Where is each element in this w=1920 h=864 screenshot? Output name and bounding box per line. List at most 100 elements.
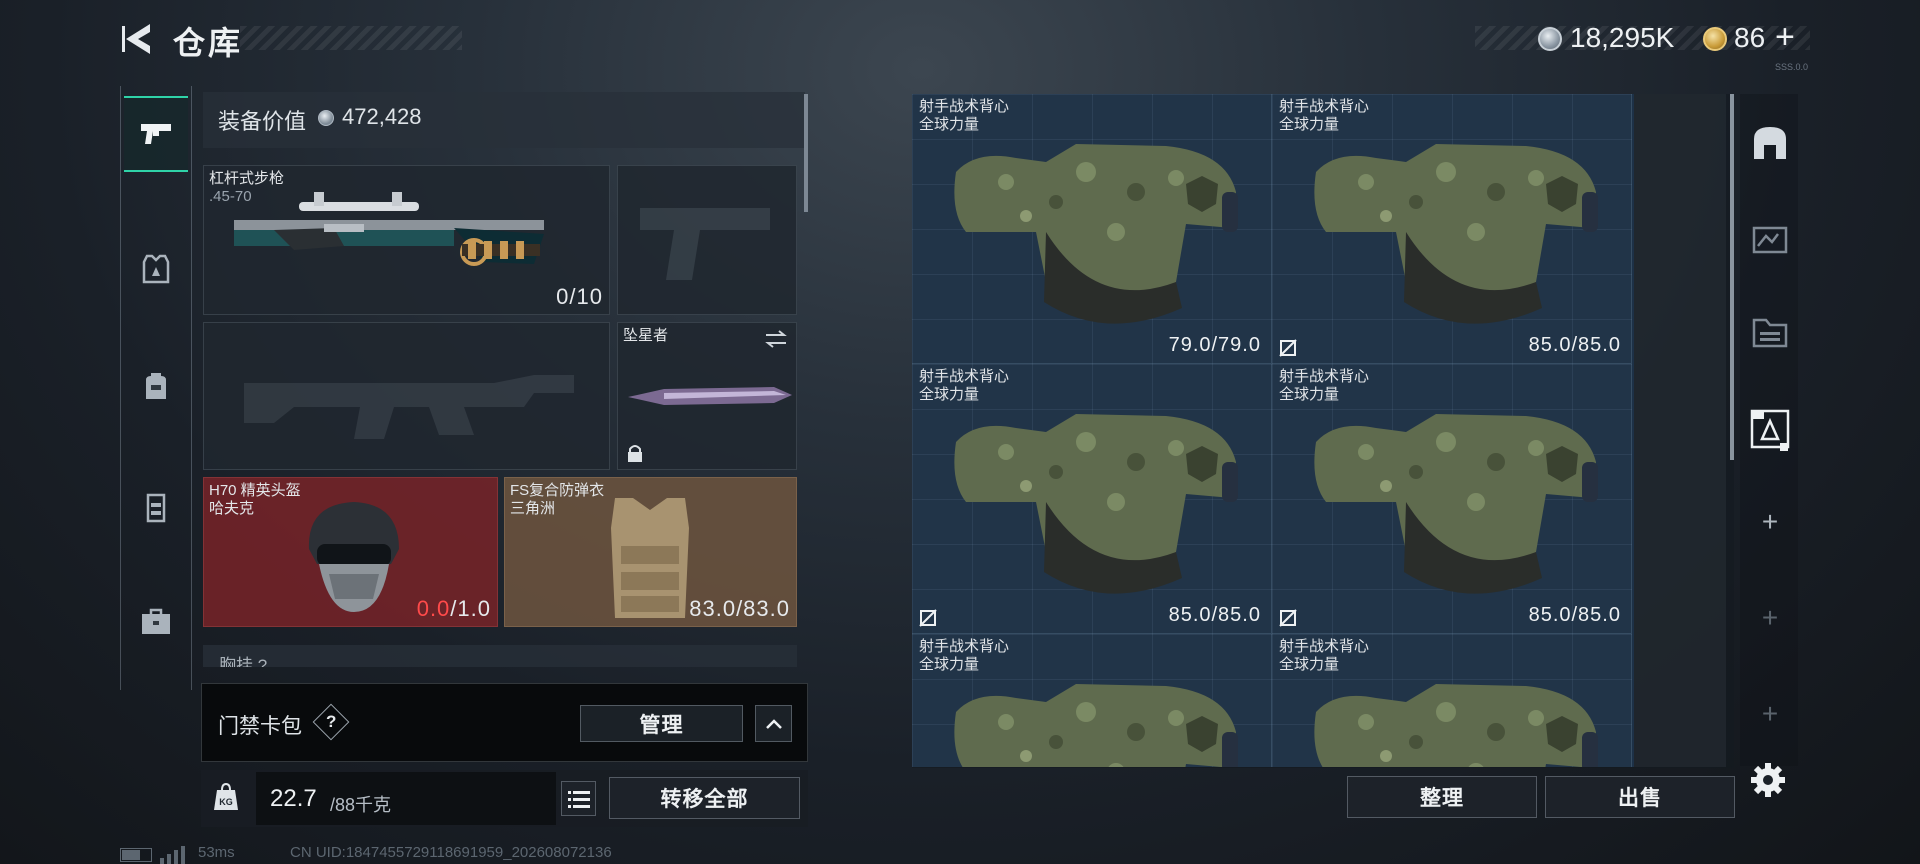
loadout-scrollbar[interactable] (804, 94, 808, 212)
tactical-vest-image (954, 684, 1238, 767)
add-tab-button-disabled[interactable]: + (1745, 602, 1795, 642)
melee-slot[interactable]: 坠星者 (617, 322, 797, 470)
stash-item-cell[interactable]: 射手战术背心 全球力量 79.0/79.0 (912, 94, 1272, 364)
tactical-vest-image (954, 144, 1238, 324)
stash-tab-all[interactable] (1745, 118, 1795, 168)
item-brand: 全球力量 (919, 116, 980, 133)
armor-durability: 83.0/83.0 (689, 596, 790, 621)
tab-armor[interactable] (124, 232, 188, 308)
add-tab-button-disabled[interactable]: + (1745, 698, 1795, 738)
no-insure-icon (1279, 339, 1297, 357)
manage-button[interactable]: 管理 (580, 705, 743, 742)
build-tag: SSS.0.0 (1775, 62, 1809, 72)
back-arrow-icon[interactable] (120, 20, 154, 58)
stash-item-cell[interactable]: 射手战术背心 全球力量 (1272, 634, 1632, 767)
tactical-vest-image (1314, 684, 1598, 767)
item-brand: 全球力量 (1279, 386, 1340, 403)
helmet-durability-max: /1.0 (450, 596, 491, 621)
current-weight: 22.7 (270, 785, 317, 812)
user-uid: CN UID:1847455729118691959_202608072136 (290, 844, 612, 861)
silver-currency-value: 18,295K (1570, 22, 1675, 53)
battery-icon (120, 848, 152, 862)
helmet-slot[interactable]: H70 精英头盔 哈夫克 0.0/1.0 (203, 477, 498, 627)
loadout-value-label: 装备价值 (218, 109, 307, 134)
stash-tab-2[interactable] (1745, 212, 1795, 262)
tab-chest-rig[interactable] (124, 470, 188, 546)
melee-name: 坠星者 (623, 327, 669, 344)
chest-rig-section-header: 胸挂 ? (203, 645, 797, 667)
rifle-ammo: 0/10 (556, 284, 603, 309)
warehouse-icon (1754, 127, 1786, 159)
signal-icon (160, 846, 185, 864)
sort-button[interactable]: 整理 (1347, 776, 1537, 818)
chest-rig-icon (146, 493, 166, 523)
armor-brand: 三角洲 (510, 500, 556, 517)
primary-weapon-slot[interactable]: 杠杆式步枪 .45-70 0/10 (203, 165, 610, 315)
add-currency-button[interactable]: + (1775, 18, 1795, 57)
tab-case[interactable] (124, 584, 188, 660)
stash-item-cell[interactable]: 射手战术背心 全球力量 85.0/85.0 (1272, 364, 1632, 634)
tactical-vest-image (954, 414, 1238, 594)
chevron-up-icon (765, 718, 782, 729)
lever-rifle-image (234, 192, 544, 266)
stash-item-cell[interactable]: 射手战术背心 全球力量 85.0/85.0 (912, 364, 1272, 634)
item-durability: 85.0/85.0 (1528, 334, 1621, 356)
collapse-button[interactable] (755, 705, 792, 742)
ping-value: 53ms (198, 844, 235, 861)
secondary-weapon-slot[interactable] (617, 165, 797, 315)
helmet-image (308, 502, 399, 612)
item-name: 射手战术背心 (1279, 368, 1370, 385)
item-name: 射手战术背心 (919, 638, 1010, 655)
briefcase-icon (142, 608, 170, 634)
storage-box-icon (1752, 226, 1788, 254)
stash-tab-armor[interactable] (1745, 404, 1795, 454)
no-insure-icon (1279, 609, 1297, 627)
item-durability: 79.0/79.0 (1168, 334, 1261, 356)
body-armor-slot[interactable]: FS复合防弹衣 三角洲 83.0/83.0 (504, 477, 797, 627)
item-name: 射手战术背心 (919, 98, 1010, 115)
swap-icon[interactable] (764, 329, 788, 349)
helmet-brand: 哈夫克 (209, 500, 255, 517)
svg-text:KG: KG (219, 797, 233, 807)
item-brand: 全球力量 (1279, 116, 1340, 133)
backpack-icon (146, 373, 166, 399)
stash-item-cell[interactable]: 射手战术背心 全球力量 85.0/85.0 (1272, 94, 1632, 364)
pistol-placeholder-icon (640, 208, 770, 280)
item-durability: 85.0/85.0 (1528, 604, 1621, 626)
gold-currency-value: 86 (1734, 22, 1766, 53)
list-icon (567, 790, 590, 808)
tab-weapons[interactable] (124, 96, 188, 172)
stash-empty-column (1634, 94, 1726, 767)
rifle-slot-empty[interactable] (203, 322, 610, 470)
transfer-all-button[interactable]: 转移全部 (609, 777, 800, 819)
item-name: 射手战术背心 (1279, 98, 1370, 115)
stash-item-cell[interactable]: 射手战术背心 全球力量 (912, 634, 1272, 767)
no-insure-icon (919, 609, 937, 627)
add-tab-button[interactable]: + (1745, 506, 1795, 546)
silver-coin-icon (318, 110, 334, 126)
tab-backpack[interactable] (124, 348, 188, 424)
item-durability: 85.0/85.0 (1168, 604, 1261, 626)
page-title: 仓库 (173, 25, 244, 61)
assault-rifle-placeholder-icon (244, 375, 574, 439)
help-icon-glyph: ? (325, 711, 337, 731)
stash-tab-3[interactable] (1745, 306, 1795, 356)
knife-image (628, 387, 792, 405)
helmet-name: H70 精英头盔 (209, 482, 301, 499)
item-name: 射手战术背心 (1279, 638, 1370, 655)
tactical-vest-image (1314, 414, 1598, 594)
stash-grid: 射手战术背心 全球力量 79.0/79.0 射手战术背心 全球力量 85.0/85.0 射手… (912, 94, 1634, 767)
folder-icon (1752, 318, 1788, 348)
stash-scrollbar[interactable] (1730, 94, 1734, 460)
list-view-button[interactable] (561, 781, 596, 816)
sell-button[interactable]: 出售 (1545, 776, 1735, 818)
chest-rig-label: 胸挂 (219, 656, 253, 667)
tactical-vest-image (1314, 144, 1598, 324)
lock-icon (628, 445, 642, 462)
item-brand: 全球力量 (919, 656, 980, 673)
armor-filter-icon (1750, 409, 1790, 451)
keycard-bag-label: 门禁卡包 (218, 715, 302, 738)
item-brand: 全球力量 (919, 386, 980, 403)
settings-gear-icon[interactable] (1748, 760, 1788, 800)
title-decoration (240, 26, 462, 50)
